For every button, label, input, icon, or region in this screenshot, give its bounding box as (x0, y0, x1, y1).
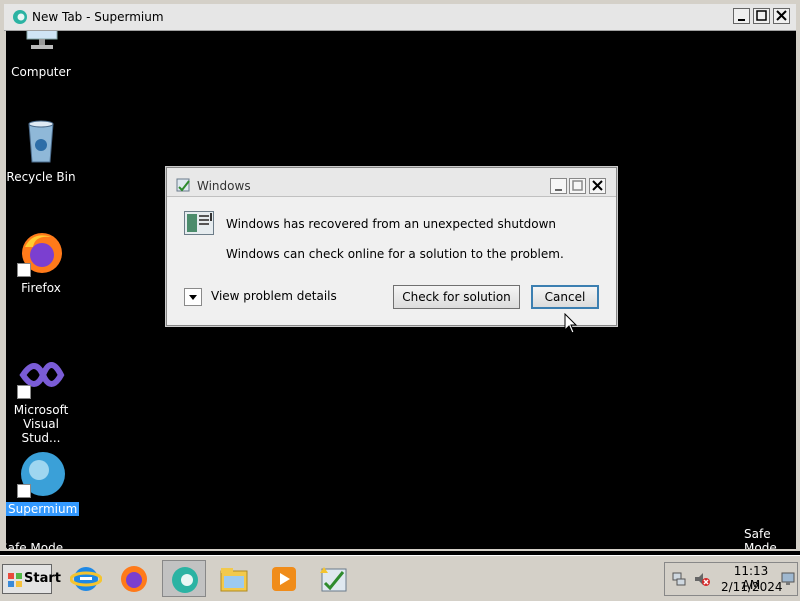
safe-mode-label: Safe Mode (744, 527, 777, 549)
clock-date[interactable]: 2/11/2024 (721, 580, 783, 594)
minimize-icon (555, 189, 562, 191)
error-dialog: Windows Windows has recovered from an un… (166, 167, 617, 334)
taskbar-app-file-explorer[interactable] (212, 560, 256, 597)
taskbar-app-supermium[interactable] (162, 560, 206, 597)
taskbar-app-windows-tools[interactable] (312, 560, 356, 597)
view-problem-details-link[interactable]: View problem details (211, 289, 337, 303)
minimize-button[interactable] (550, 178, 567, 194)
recycle-bin-icon (28, 120, 54, 163)
window-title: New Tab - Supermium (32, 10, 164, 24)
desktop-icon-label: Recycle Bin (6, 170, 76, 184)
safe-mode-label: Safe Mode (6, 541, 64, 549)
start-label: Start (24, 571, 61, 586)
maximize-icon (756, 10, 767, 21)
supermium-icon (13, 10, 27, 24)
network-icon[interactable] (671, 571, 687, 587)
desktop-icon-firefox[interactable]: Firefox (6, 229, 76, 295)
desktop-icon-visual-studio[interactable]: Microsoft Visual Stud... (6, 351, 76, 445)
media-player-icon (272, 567, 296, 591)
close-button[interactable] (773, 8, 790, 24)
supermium-icon (172, 567, 198, 593)
desktop-icon-label: Firefox (21, 281, 61, 295)
dialog-body: Windows has recovered from an unexpected… (167, 197, 616, 334)
firefox-icon (121, 566, 147, 592)
chevron-down-icon (189, 295, 197, 300)
close-icon (592, 180, 603, 191)
dialog-submessage: Windows can check online for a solution … (226, 247, 564, 261)
windows-tools-icon (176, 178, 190, 192)
close-button[interactable] (589, 178, 606, 194)
start-button[interactable]: Start (2, 564, 61, 594)
maximize-button[interactable] (753, 8, 770, 24)
minimize-button[interactable] (733, 8, 750, 24)
window-titlebar[interactable]: New Tab - Supermium (4, 4, 796, 31)
shortcut-arrow-icon (17, 385, 31, 399)
maximize-button[interactable] (569, 178, 586, 194)
desktop-icon-supermium[interactable]: Supermium (6, 450, 80, 516)
internet-explorer-icon (70, 567, 102, 591)
file-explorer-icon (220, 568, 248, 592)
show-desktop-icon[interactable] (781, 572, 795, 586)
dialog-title: Windows (197, 179, 251, 193)
maximize-icon (572, 180, 583, 191)
system-tray: 11:13 AM 2/11/2024 (664, 562, 798, 596)
close-icon (776, 10, 787, 21)
problem-report-icon (184, 211, 214, 235)
shortcut-arrow-icon (17, 263, 31, 277)
taskbar: Start 11:13 AM 2/11/2024 (0, 555, 800, 601)
minimize-icon (738, 19, 745, 21)
dialog-titlebar[interactable]: Windows (167, 168, 616, 197)
check-for-solution-button[interactable]: Check for solution (393, 285, 520, 309)
desktop-icon-computer[interactable]: Computer (6, 31, 76, 79)
details-toggle-button[interactable] (184, 288, 202, 306)
desktop-icon-label: Supermium (6, 502, 80, 516)
cancel-button[interactable]: Cancel (531, 285, 599, 309)
desktop-icon-label: Computer (11, 65, 71, 79)
dialog-message: Windows has recovered from an unexpected… (226, 217, 557, 231)
shortcut-arrow-icon (17, 484, 31, 498)
volume-muted-icon[interactable] (693, 571, 711, 587)
taskbar-app-internet-explorer[interactable] (64, 560, 108, 597)
mouse-cursor-icon (564, 313, 578, 334)
computer-icon (26, 31, 58, 49)
desktop-icon-label: Microsoft Visual Stud... (13, 403, 69, 445)
taskbar-app-firefox[interactable] (112, 560, 156, 597)
taskbar-app-media-player[interactable] (262, 560, 306, 597)
windows-tools-icon (320, 567, 347, 592)
windows-logo-icon (8, 573, 22, 587)
desktop-icon-recycle-bin[interactable]: Recycle Bin (6, 118, 76, 184)
